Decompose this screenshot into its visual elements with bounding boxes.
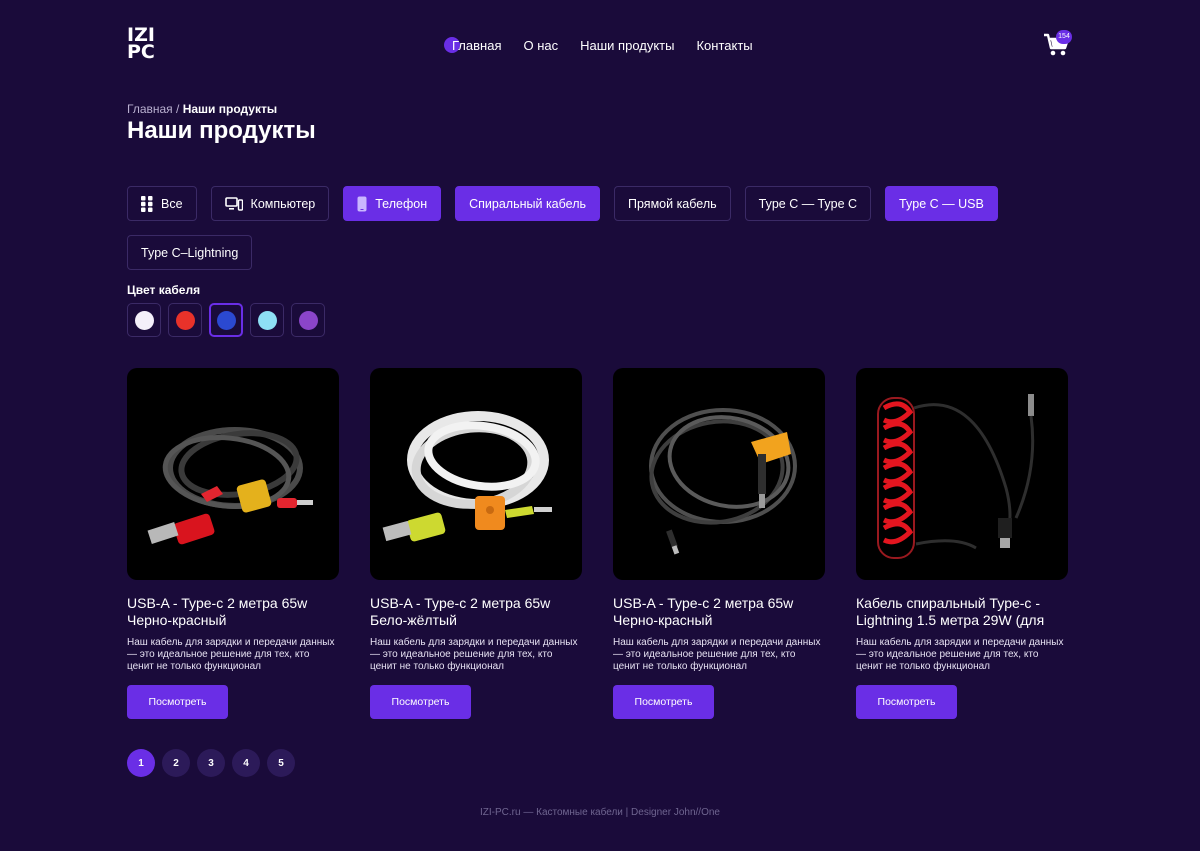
view-button[interactable]: Посмотреть xyxy=(613,685,714,719)
product-card: USB-A - Type-c 2 метра 65w Черно-красный… xyxy=(127,368,339,719)
filter-phone-label: Телефон xyxy=(375,196,428,211)
grid-icon xyxy=(141,195,153,212)
filter-typec-typec-label: Type C — Type C xyxy=(758,196,858,211)
product-description: Наш кабель для зарядки и передачи данных… xyxy=(370,637,578,672)
cable-black-red-image xyxy=(147,427,313,545)
cart-badge: 154 xyxy=(1056,30,1072,44)
color-swatch-purple[interactable] xyxy=(291,303,325,337)
filter-straight-cable[interactable]: Прямой кабель xyxy=(614,186,731,221)
footer: IZI-PC.ru — Кастомные кабели | Designer … xyxy=(480,807,720,818)
filter-typec-usb[interactable]: Type C — USB xyxy=(885,186,998,221)
product-card: USB-A - Type-c 2 метра 65w Бело-жёлтый Н… xyxy=(370,368,582,719)
pagination: 1 2 3 4 5 xyxy=(127,749,295,777)
product-description: Наш кабель для зарядки и передачи данных… xyxy=(613,637,821,672)
page-title: Наши продукты xyxy=(127,117,316,144)
color-swatch-blue[interactable] xyxy=(209,303,243,337)
product-image[interactable] xyxy=(613,368,825,580)
filter-typec-lightning-label: Type C–Lightning xyxy=(141,245,239,260)
nav-contacts[interactable]: Контакты xyxy=(696,38,752,53)
product-image[interactable] xyxy=(370,368,582,580)
main-nav: Главная О нас Наши продукты Контакты xyxy=(444,37,753,53)
product-card: USB-A - Type-c 2 метра 65w Черно-красный… xyxy=(613,368,825,719)
breadcrumb: Главная / Наши продукты xyxy=(127,102,277,116)
breadcrumb-current: Наши продукты xyxy=(182,102,278,116)
phone-icon xyxy=(357,196,367,211)
view-button[interactable]: Посмотреть xyxy=(127,685,228,719)
filter-typec-typec[interactable]: Type C — Type C xyxy=(744,186,872,221)
page-2[interactable]: 2 xyxy=(162,749,190,777)
swatch-dot xyxy=(216,310,236,330)
filter-straight-cable-label: Прямой кабель xyxy=(628,196,717,211)
filter-phone[interactable]: Телефон xyxy=(343,186,442,221)
product-description: Наш кабель для зарядки и передачи данных… xyxy=(856,637,1064,672)
filter-all[interactable]: Все xyxy=(127,186,197,221)
filter-typec-lightning[interactable]: Type C–Lightning xyxy=(127,235,253,270)
nav-products[interactable]: Наши продукты xyxy=(580,38,674,53)
color-swatch-lightblue[interactable] xyxy=(250,303,284,337)
category-filters: Все Компьютер Телефон Спиральный кабель … xyxy=(127,186,1007,270)
page-5[interactable]: 5 xyxy=(267,749,295,777)
product-card: Кабель спиральный Type-c - Lightning 1.5… xyxy=(856,368,1068,719)
product-title[interactable]: USB-A - Type-c 2 метра 65w Черно-красный xyxy=(127,595,339,629)
computer-icon xyxy=(224,196,243,211)
filter-computer-label: Компьютер xyxy=(250,196,316,211)
product-title[interactable]: USB-A - Type-c 2 метра 65w Черно-красный xyxy=(613,595,825,629)
product-description: Наш кабель для зарядки и передачи данных… xyxy=(127,637,335,672)
swatch-dot xyxy=(298,310,318,330)
swatch-dot xyxy=(257,310,277,330)
nav-about[interactable]: О нас xyxy=(523,38,558,53)
logo[interactable]: IZI PC xyxy=(127,26,167,63)
product-title[interactable]: USB-A - Type-c 2 метра 65w Бело-жёлтый xyxy=(370,595,582,629)
color-swatch-white[interactable] xyxy=(127,303,161,337)
color-swatch-red[interactable] xyxy=(168,303,202,337)
color-swatches xyxy=(127,303,325,337)
filter-all-label: Все xyxy=(161,196,183,211)
page-1[interactable]: 1 xyxy=(127,749,155,777)
view-button[interactable]: Посмотреть xyxy=(370,685,471,719)
product-image[interactable] xyxy=(856,368,1068,580)
page-3[interactable]: 3 xyxy=(197,749,225,777)
swatch-dot xyxy=(134,310,154,330)
filter-computer[interactable]: Компьютер xyxy=(210,186,330,221)
product-image[interactable] xyxy=(127,368,339,580)
nav-home[interactable]: Главная xyxy=(444,37,501,53)
filter-spiral-cable-label: Спиральный кабель xyxy=(469,196,586,211)
filter-typec-usb-label: Type C — USB xyxy=(899,196,984,211)
product-grid: USB-A - Type-c 2 метра 65w Черно-красный… xyxy=(127,368,1068,719)
swatch-dot xyxy=(175,310,195,330)
breadcrumb-home[interactable]: Главная xyxy=(127,102,173,116)
product-title[interactable]: Кабель спиральный Type-c - Lightning 1.5… xyxy=(856,595,1068,629)
color-filter-label: Цвет кабеля xyxy=(127,283,201,297)
logo-text-2: PC xyxy=(127,41,155,63)
cable-spiral-red-image xyxy=(877,394,1035,559)
cable-white-yellow-image xyxy=(382,411,552,542)
filter-spiral-cable[interactable]: Спиральный кабель xyxy=(455,186,600,221)
cable-black-image xyxy=(649,408,797,555)
view-button[interactable]: Посмотреть xyxy=(856,685,957,719)
page-4[interactable]: 4 xyxy=(232,749,260,777)
breadcrumb-separator: / xyxy=(176,102,180,116)
